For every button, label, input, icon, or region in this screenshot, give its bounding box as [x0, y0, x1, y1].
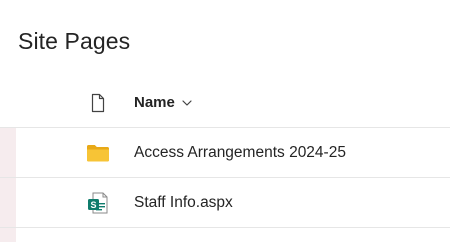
- folder-icon: [86, 141, 110, 165]
- list-item[interactable]: S Staff Info.aspx: [0, 178, 450, 228]
- site-pages-view: Site Pages Name Access Arrangements 2024…: [0, 0, 450, 242]
- sharepoint-page-icon: S: [86, 191, 110, 215]
- document-icon: [91, 93, 105, 112]
- item-name-link[interactable]: Staff Info.aspx: [134, 193, 233, 213]
- file-type-column-header[interactable]: [86, 91, 110, 115]
- chevron-down-icon: [182, 99, 192, 106]
- page-title: Site Pages: [18, 28, 131, 54]
- item-name-link[interactable]: Access Arrangements 2024-25: [134, 143, 346, 163]
- list-item[interactable]: Access Arrangements 2024-25: [0, 128, 450, 178]
- svg-text:S: S: [90, 199, 96, 209]
- file-list: Name Access Arrangements 2024-25 S Staff…: [0, 78, 450, 228]
- name-column-label: Name: [134, 93, 175, 111]
- name-column-header[interactable]: Name: [134, 93, 193, 113]
- list-header-row: Name: [0, 78, 450, 128]
